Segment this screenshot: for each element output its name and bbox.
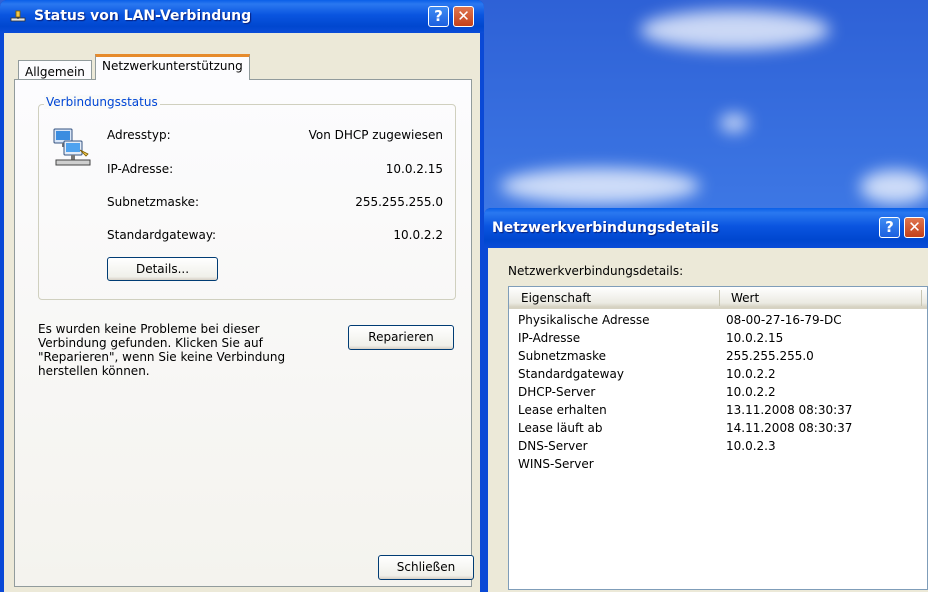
row-property: Physikalische Adresse (518, 313, 650, 327)
window-title: Status von LAN-Verbindung (34, 8, 252, 24)
row-property: Standardgateway (518, 367, 624, 381)
help-button[interactable]: ? (428, 6, 449, 27)
desktop-cloud (720, 114, 748, 132)
desktop-cloud (500, 168, 700, 204)
lan-status-window: Status von LAN-Verbindung ? ✕ Allgemein … (0, 0, 484, 592)
column-wert[interactable]: Wert (731, 291, 759, 305)
details-listview[interactable]: Eigenschaft Wert Physikalische Adresse 0… (508, 286, 928, 590)
desktop-cloud (860, 170, 928, 204)
table-row[interactable]: Standardgateway 10.0.2.2 (509, 365, 927, 383)
column-separator[interactable] (719, 290, 720, 306)
network-computers-icon (53, 128, 91, 166)
row-property: Subnetzmaske (518, 349, 607, 363)
lan-status-titlebar[interactable]: Status von LAN-Verbindung ? ✕ (0, 0, 484, 33)
label-subnetzmaske: Subnetzmaske: (107, 195, 200, 209)
table-row[interactable]: IP-Adresse 10.0.2.15 (509, 329, 927, 347)
row-property: DNS-Server (518, 439, 588, 453)
value-adresstyp: Von DHCP zugewiesen (308, 128, 443, 142)
row-value: 10.0.2.15 (726, 331, 784, 345)
repair-button[interactable]: Reparieren (348, 325, 454, 350)
close-button[interactable]: Schließen (378, 555, 474, 580)
details-label: Netzwerkverbindungsdetails: (508, 264, 684, 278)
desktop-cloud (640, 10, 830, 50)
network-connection-icon (10, 10, 26, 22)
value-standardgateway: 10.0.2.2 (393, 228, 443, 242)
label-ip-adresse: IP-Adresse: (107, 162, 174, 176)
column-separator[interactable] (921, 290, 922, 306)
network-details-titlebar[interactable]: Netzwerkverbindungsdetails ? ✕ (484, 208, 928, 248)
group-title: Verbindungsstatus (44, 95, 160, 109)
value-ip-adresse: 10.0.2.15 (385, 162, 443, 176)
table-row[interactable]: DNS-Server 10.0.2.3 (509, 437, 927, 455)
table-row[interactable]: Lease erhalten 13.11.2008 08:30:37 (509, 401, 927, 419)
table-row[interactable]: DHCP-Server 10.0.2.2 (509, 383, 927, 401)
tab-netzwerkunterstuetzung[interactable]: Netzwerkunterstützung (95, 54, 250, 80)
details-window-title: Netzwerkverbindungsdetails (492, 220, 719, 236)
row-value: 14.11.2008 08:30:37 (726, 421, 853, 435)
table-row[interactable]: Physikalische Adresse 08-00-27-16-79-DC (509, 311, 927, 329)
label-adresstyp: Adresstyp: (107, 128, 171, 142)
details-button[interactable]: Details... (107, 257, 218, 281)
row-value: 08-00-27-16-79-DC (726, 313, 842, 327)
row-value: 10.0.2.2 (726, 385, 776, 399)
row-property: IP-Adresse (518, 331, 581, 345)
table-row[interactable]: WINS-Server (509, 455, 927, 473)
table-row[interactable]: Subnetzmaske 255.255.255.0 (509, 347, 927, 365)
table-row[interactable]: Lease läuft ab 14.11.2008 08:30:37 (509, 419, 927, 437)
row-value: 10.0.2.3 (726, 439, 776, 453)
row-property: Lease erhalten (518, 403, 607, 417)
row-property: DHCP-Server (518, 385, 596, 399)
label-standardgateway: Standardgateway: (107, 228, 217, 242)
column-eigenschaft[interactable]: Eigenschaft (521, 291, 591, 305)
value-subnetzmaske: 255.255.255.0 (355, 195, 443, 209)
listview-header: Eigenschaft Wert (509, 287, 927, 309)
row-value: 13.11.2008 08:30:37 (726, 403, 853, 417)
row-property: WINS-Server (518, 457, 594, 471)
row-property: Lease läuft ab (518, 421, 603, 435)
details-help-button[interactable]: ? (879, 217, 900, 238)
network-details-window: Netzwerkverbindungsdetails ? ✕ Netzwerkv… (484, 208, 928, 592)
row-value: 255.255.255.0 (726, 349, 814, 363)
row-value: 10.0.2.2 (726, 367, 776, 381)
status-message: Es wurden keine Probleme bei dieser Verb… (38, 322, 286, 378)
close-window-button[interactable]: ✕ (453, 6, 474, 27)
details-close-window-button[interactable]: ✕ (904, 217, 925, 238)
